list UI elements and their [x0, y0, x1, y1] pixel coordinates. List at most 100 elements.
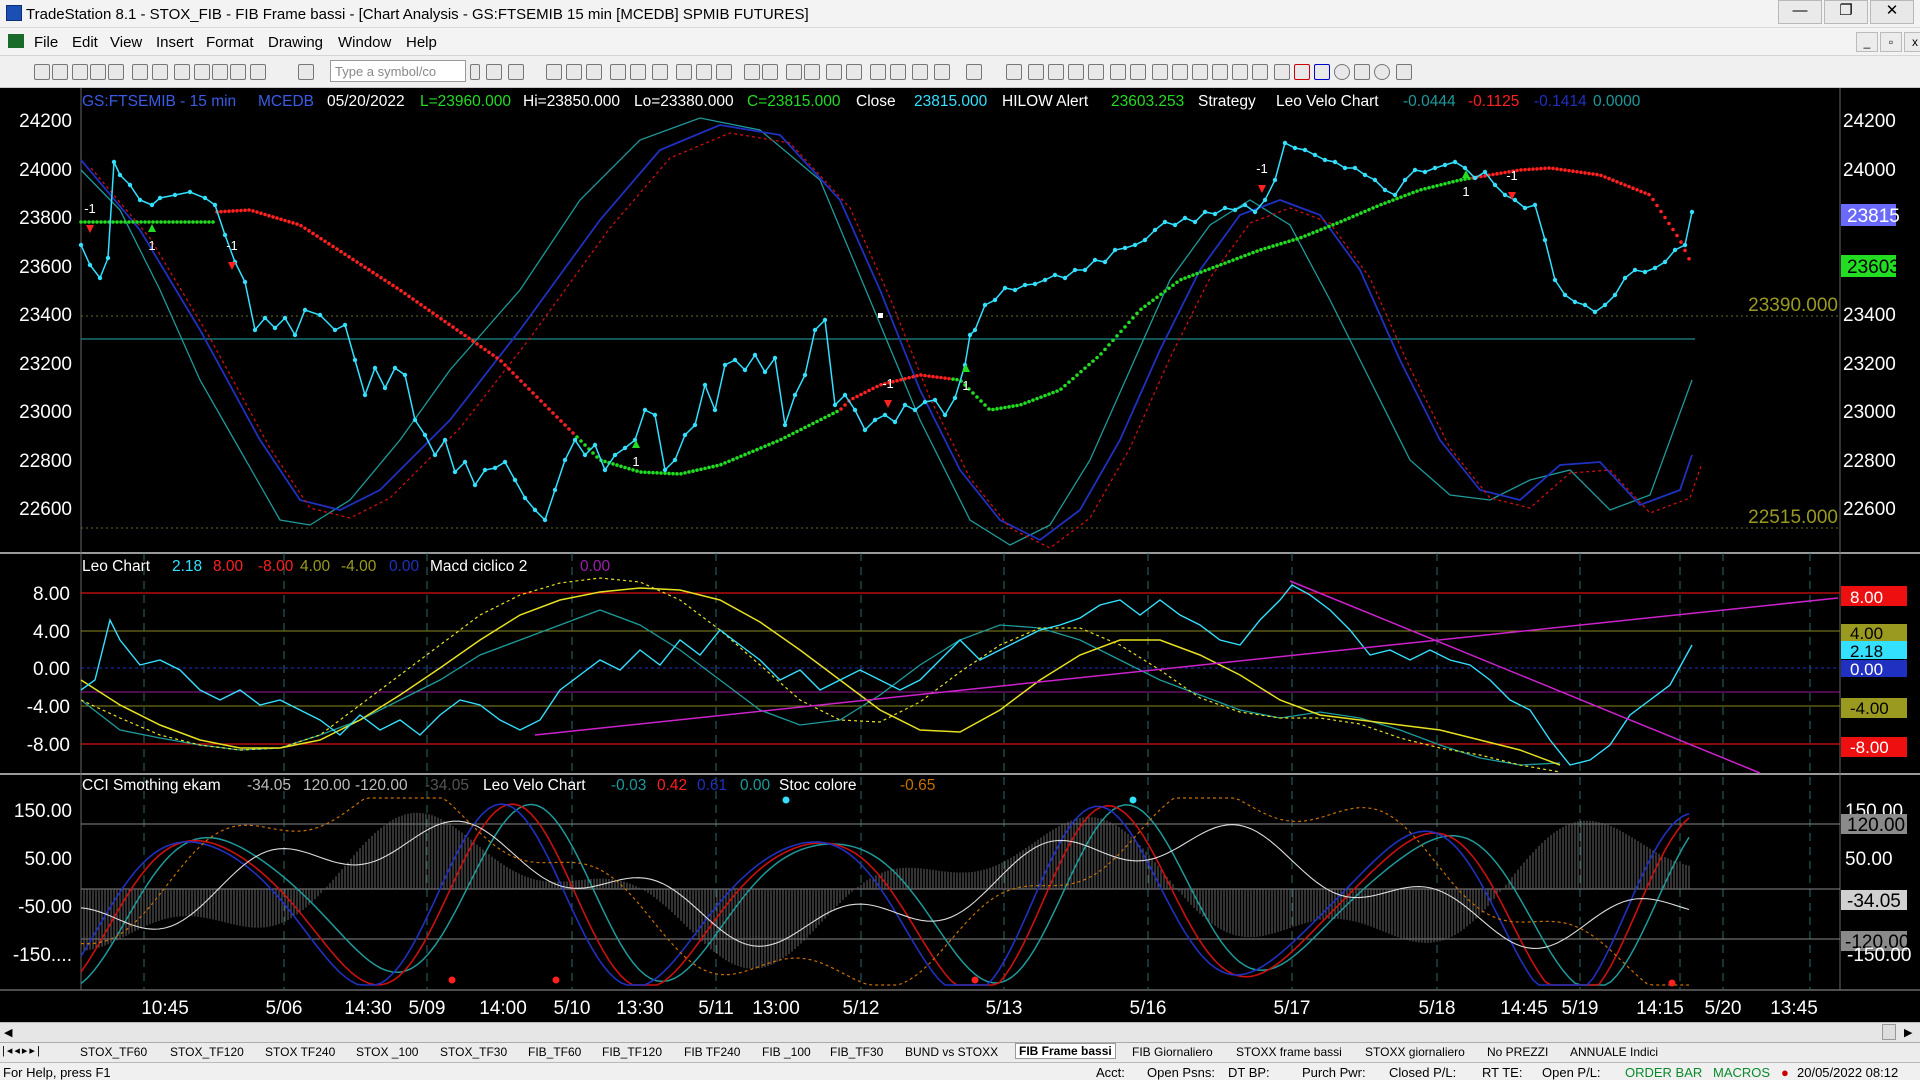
- menu-edit[interactable]: Edit: [72, 34, 98, 51]
- mdi-close-button[interactable]: x: [1904, 32, 1920, 52]
- close-button[interactable]: ✕: [1870, 0, 1914, 24]
- arrow-down-red-icon[interactable]: [1294, 64, 1310, 80]
- tab-nav-arrows-icon[interactable]: |◂◂▸▸|: [2, 1044, 42, 1057]
- tab-fib-100[interactable]: FIB _100: [762, 1045, 811, 1059]
- chart-doc-icon[interactable]: [8, 34, 24, 48]
- scroll-left-icon[interactable]: [786, 64, 802, 80]
- mdi-minimize-button[interactable]: _: [1856, 32, 1878, 52]
- tab-fib-giornaliero[interactable]: FIB Giornaliero: [1132, 1045, 1213, 1059]
- tab-stoxx-frame-bassi[interactable]: STOXX frame bassi: [1236, 1045, 1342, 1059]
- text-icon[interactable]: [1396, 64, 1412, 80]
- ellipse-icon[interactable]: [1334, 64, 1350, 80]
- menu-drawing[interactable]: Drawing: [268, 34, 323, 51]
- andrews-icon[interactable]: [1212, 64, 1228, 80]
- new-workspace-icon[interactable]: [72, 64, 88, 80]
- zoom-icon[interactable]: [744, 64, 760, 80]
- maximize-button[interactable]: ❐: [1824, 0, 1868, 24]
- regression-icon[interactable]: [1130, 64, 1146, 80]
- print-icon[interactable]: [152, 64, 168, 80]
- tab-fib-tf120[interactable]: FIB_TF120: [602, 1045, 662, 1059]
- tab-fib-tf240[interactable]: FIB TF240: [684, 1045, 740, 1059]
- arc-icon[interactable]: [1232, 64, 1248, 80]
- scroll-left-icon[interactable]: ◀: [4, 1026, 12, 1039]
- rectangle-icon[interactable]: [1354, 64, 1370, 80]
- alert-icon[interactable]: [298, 64, 314, 80]
- price-axis-left[interactable]: 24200 24000 23800 23600 23400 23200 2300…: [19, 111, 72, 520]
- insert-indicator-icon[interactable]: [652, 64, 668, 80]
- price-axis-right[interactable]: 24200 24000 23800 23400 23200 23000 2280…: [1843, 111, 1896, 520]
- insert-strategy-icon[interactable]: [676, 64, 692, 80]
- bar-chart-icon[interactable]: [566, 64, 582, 80]
- symbol-dropdown-icon[interactable]: [470, 64, 480, 80]
- tab-no-prezzi[interactable]: No PREZZI: [1487, 1045, 1548, 1059]
- vline-icon[interactable]: [1048, 64, 1064, 80]
- settings-icon[interactable]: [250, 64, 266, 80]
- mdi-restore-button[interactable]: ▫: [1880, 32, 1902, 52]
- fib-icon[interactable]: [1068, 64, 1084, 80]
- minimize-button[interactable]: —: [1778, 0, 1822, 24]
- cursor-icon[interactable]: [870, 64, 886, 80]
- tab-annuale-indici[interactable]: ANNUALE Indici: [1570, 1045, 1658, 1059]
- chart-canvas[interactable]: -1 1 -1 -1 1 1 -1 1 -1 GS:FTSEMIB - 15 min MCEDB…: [0, 88, 1920, 1022]
- magnifier-minus-icon[interactable]: [846, 64, 862, 80]
- hline-icon[interactable]: [1028, 64, 1044, 80]
- export-icon[interactable]: [934, 64, 950, 80]
- scroll-thumb[interactable]: [1882, 1024, 1896, 1040]
- speedline-icon[interactable]: [1152, 64, 1168, 80]
- link-icon[interactable]: [230, 64, 246, 80]
- tab-stox-tf30[interactable]: STOX_TF30: [440, 1045, 507, 1059]
- menu-insert[interactable]: Insert: [156, 34, 194, 51]
- arrow-line-icon[interactable]: [1172, 64, 1188, 80]
- refresh-icon[interactable]: [630, 64, 646, 80]
- chart-horizontal-scrollbar[interactable]: ◀ ▶: [0, 1022, 1920, 1042]
- symbol-input[interactable]: Type a symbol/co: [330, 60, 466, 82]
- new-window-icon[interactable]: [90, 64, 106, 80]
- parallel-icon[interactable]: [1192, 64, 1208, 80]
- open-icon[interactable]: [108, 64, 124, 80]
- candle-icon[interactable]: [586, 64, 602, 80]
- status-order-bar[interactable]: ORDER BAR: [1625, 1065, 1702, 1080]
- cut-icon[interactable]: [174, 64, 190, 80]
- crosshair-icon[interactable]: [890, 64, 906, 80]
- menu-view[interactable]: View: [110, 34, 142, 51]
- format-icon[interactable]: [696, 64, 712, 80]
- chart-type-icon[interactable]: [546, 64, 562, 80]
- trendline-icon[interactable]: [1006, 64, 1022, 80]
- lock-icon[interactable]: [212, 64, 228, 80]
- menu-window[interactable]: Window: [338, 34, 391, 51]
- tab-fib-tf60[interactable]: FIB_TF60: [528, 1045, 581, 1059]
- new-icon[interactable]: [34, 64, 50, 80]
- circle-icon[interactable]: [1374, 64, 1390, 80]
- scroll-right-icon[interactable]: ▶: [1904, 1026, 1912, 1039]
- curve-icon[interactable]: [1274, 64, 1290, 80]
- tab-stox-tf120[interactable]: STOX_TF120: [170, 1045, 244, 1059]
- gann-icon[interactable]: [1110, 64, 1126, 80]
- zoom-out-icon[interactable]: [762, 64, 778, 80]
- tab-stox-100[interactable]: STOX _100: [356, 1045, 418, 1059]
- go-arrow-icon[interactable]: [486, 64, 502, 80]
- pen-icon[interactable]: [1252, 64, 1268, 80]
- copy-icon[interactable]: [194, 64, 210, 80]
- symbol-lookup-icon[interactable]: [508, 64, 524, 80]
- status-macros[interactable]: MACROS: [1713, 1065, 1770, 1080]
- magnifier-icon[interactable]: [826, 64, 842, 80]
- scroll-right-icon[interactable]: [804, 64, 820, 80]
- tools-icon[interactable]: [912, 64, 928, 80]
- tab-stox-tf60[interactable]: STOX_TF60: [80, 1045, 147, 1059]
- tab-fib-frame-bassi[interactable]: FIB Frame bassi: [1015, 1043, 1116, 1059]
- save-icon[interactable]: [132, 64, 148, 80]
- interval-icon[interactable]: [610, 64, 626, 80]
- channel-icon[interactable]: [1088, 64, 1104, 80]
- tab-bund-vs-stoxx[interactable]: BUND vs STOXX: [905, 1045, 998, 1059]
- hand-icon[interactable]: [966, 64, 982, 80]
- tab-fib-tf30[interactable]: FIB_TF30: [830, 1045, 883, 1059]
- menu-help[interactable]: Help: [406, 34, 437, 51]
- menu-file[interactable]: File: [34, 34, 58, 51]
- new-chart-icon[interactable]: [52, 64, 68, 80]
- chart-window[interactable]: -1 1 -1 -1 1 1 -1 1 -1 GS:FTSEMIB - 15 min MCEDB…: [0, 88, 1920, 1022]
- menu-format[interactable]: Format: [206, 34, 254, 51]
- tab-stox-tf240[interactable]: STOX TF240: [265, 1045, 335, 1059]
- color-icon[interactable]: [716, 64, 732, 80]
- tab-stoxx-giornaliero[interactable]: STOXX giornaliero: [1365, 1045, 1465, 1059]
- arrow-up-blue-icon[interactable]: [1314, 64, 1330, 80]
